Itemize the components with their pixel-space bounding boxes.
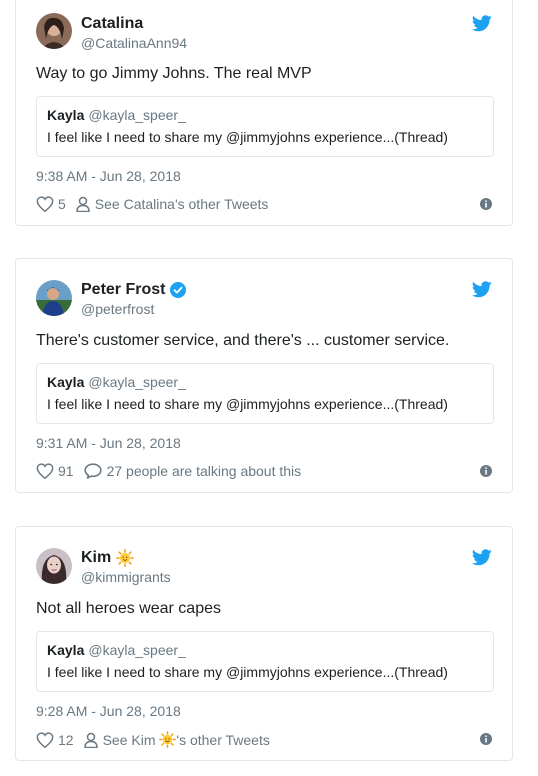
info-icon[interactable] xyxy=(480,198,492,210)
twitter-bird-icon[interactable] xyxy=(472,281,492,298)
sun-emoji-icon xyxy=(159,731,177,748)
tweet-actions: 5 See Catalina's other Tweets xyxy=(36,196,268,212)
author-handle[interactable]: @kimmigrants xyxy=(81,569,171,585)
person-icon[interactable] xyxy=(83,732,98,748)
avatar[interactable] xyxy=(36,13,72,49)
tweet-text: Not all heroes wear capes xyxy=(36,600,221,617)
quoted-tweet[interactable]: Kayla @kayla_speer_ I feel like I need to… xyxy=(36,363,494,424)
conversation-link[interactable]: 27 people are talking about this xyxy=(107,463,302,479)
info-icon[interactable] xyxy=(480,465,492,477)
twitter-bird-icon[interactable] xyxy=(472,15,492,32)
like-count[interactable]: 5 xyxy=(58,196,66,212)
tweet-text: Way to go Jimmy Johns. The real MVP xyxy=(36,65,312,82)
sun-emoji-icon xyxy=(116,549,135,567)
quoted-author-name: Kayla xyxy=(47,642,85,658)
avatar[interactable] xyxy=(36,280,72,316)
quoted-tweet[interactable]: Kayla @kayla_speer_ I feel like I need to… xyxy=(36,631,494,692)
speech-bubble-icon[interactable] xyxy=(83,463,102,479)
other-tweets-link-suffix: 's other Tweets xyxy=(176,732,270,748)
other-tweets-link-prefix: See Kim xyxy=(102,732,156,748)
tweet-card: Kim @kimmigrants Not all heroes wear cap… xyxy=(15,526,513,761)
heart-icon[interactable] xyxy=(36,463,54,479)
heart-icon[interactable] xyxy=(36,731,54,748)
author-handle[interactable]: @peterfrost xyxy=(81,301,154,317)
tweet-timestamp[interactable]: 9:31 AM - Jun 28, 2018 xyxy=(36,435,181,451)
quoted-author-name: Kayla xyxy=(47,374,85,390)
twitter-bird-icon[interactable] xyxy=(472,549,492,566)
like-count[interactable]: 12 xyxy=(58,732,74,748)
quoted-tweet-text: I feel like I need to share my @jimmyjoh… xyxy=(47,396,448,412)
other-tweets-link[interactable]: See Catalina's other Tweets xyxy=(95,196,269,212)
verified-badge-icon xyxy=(170,282,187,298)
tweet-card: Peter Frost @peterfrost There's customer… xyxy=(15,258,513,493)
heart-icon[interactable] xyxy=(36,196,54,212)
tweet-timestamp[interactable]: 9:28 AM - Jun 28, 2018 xyxy=(36,703,181,719)
quoted-author-handle: @kayla_speer_ xyxy=(88,642,186,658)
quoted-tweet-text: I feel like I need to share my @jimmyjoh… xyxy=(47,664,448,680)
author-name[interactable]: Catalina xyxy=(81,15,143,33)
author-name[interactable]: Peter Frost xyxy=(81,281,165,299)
quoted-tweet-text: I feel like I need to share my @jimmyjoh… xyxy=(47,129,448,145)
author-name[interactable]: Kim xyxy=(81,549,111,567)
tweet-timestamp[interactable]: 9:38 AM - Jun 28, 2018 xyxy=(36,168,181,184)
quoted-author-handle: @kayla_speer_ xyxy=(88,374,186,390)
quoted-author-name: Kayla xyxy=(47,107,85,123)
quoted-tweet[interactable]: Kayla @kayla_speer_ I feel like I need to… xyxy=(36,96,494,157)
other-tweets-link[interactable]: See Kim 's other Tweets xyxy=(103,731,270,748)
tweet-card: Catalina @CatalinaAnn94 Way to go Jimmy … xyxy=(15,0,513,226)
quoted-author-handle: @kayla_speer_ xyxy=(88,107,186,123)
tweet-text: There's customer service, and there's ..… xyxy=(36,332,450,349)
person-icon[interactable] xyxy=(76,196,90,212)
author-handle[interactable]: @CatalinaAnn94 xyxy=(81,35,187,51)
avatar[interactable] xyxy=(36,548,72,584)
like-count[interactable]: 91 xyxy=(58,463,74,479)
info-icon[interactable] xyxy=(480,733,492,745)
tweet-actions: 91 27 people are talking about this xyxy=(36,463,301,479)
tweet-actions: 12 See Kim 's other Tweets xyxy=(36,731,270,748)
